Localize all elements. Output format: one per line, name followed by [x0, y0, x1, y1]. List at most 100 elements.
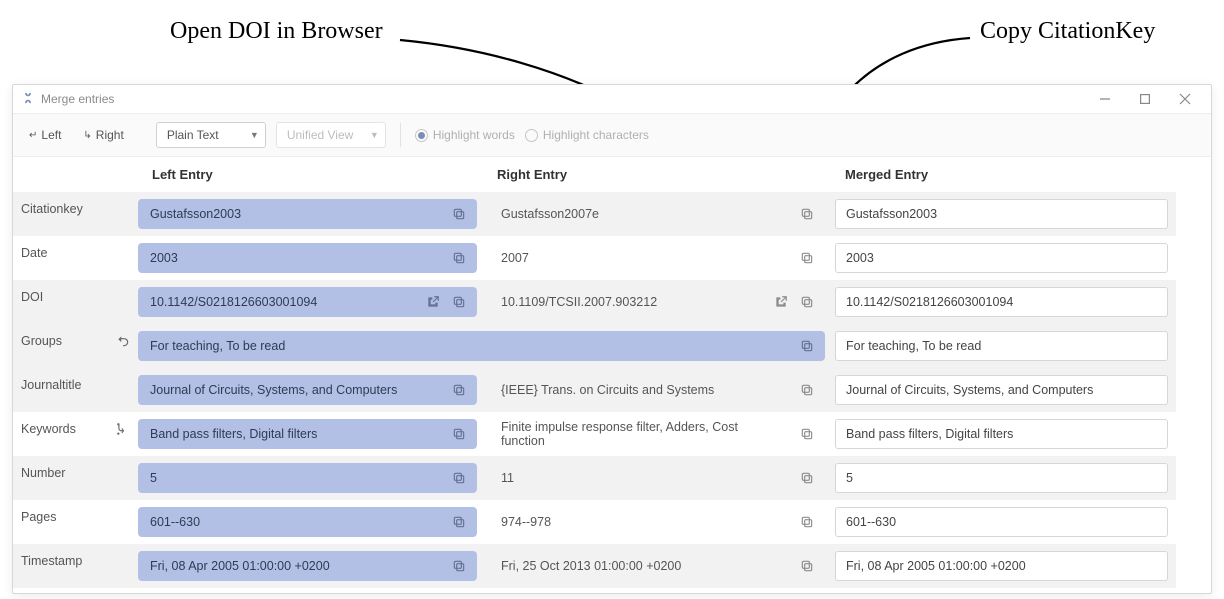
open-link-icon[interactable] [423, 292, 443, 312]
left-citationkey-value: Gustafsson2003 [150, 207, 241, 221]
left-pages-cell[interactable]: 601--630 [138, 507, 477, 537]
left-citationkey-cell[interactable]: Gustafsson2003 [138, 199, 477, 229]
field-label-keywords: Keywords [13, 412, 138, 456]
right-number-cell[interactable]: 11 [489, 463, 825, 493]
copy-icon[interactable] [449, 424, 469, 444]
field-label-date: Date [13, 236, 138, 280]
copy-icon[interactable] [449, 380, 469, 400]
merged-citationkey-input[interactable] [835, 199, 1168, 229]
merged-date-input[interactable] [835, 243, 1168, 273]
left-keywords-value: Band pass filters, Digital filters [150, 427, 317, 441]
left-doi-cell[interactable]: 10.1142/S0218126603001094 [138, 287, 477, 317]
left-keywords-cell[interactable]: Band pass filters, Digital filters [138, 419, 477, 449]
view-mode-select[interactable]: Unified View ▼ [276, 122, 386, 148]
merge-icon[interactable] [116, 422, 130, 439]
toolbar-separator [400, 123, 401, 147]
copy-icon[interactable] [797, 468, 817, 488]
field-label-groups: Groups [13, 324, 138, 368]
right-journaltitle-cell[interactable]: {IEEE} Trans. on Circuits and Systems [489, 375, 825, 405]
right-citationkey-value: Gustafsson2007e [501, 207, 599, 221]
merge-toolbar: ↵ Left ↳ Right Plain Text ▼ Unified View… [13, 113, 1211, 157]
right-pages-value: 974--978 [501, 515, 551, 529]
right-date-value: 2007 [501, 251, 529, 265]
right-date-cell[interactable]: 2007 [489, 243, 825, 273]
highlight-chars-label: Highlight characters [543, 128, 649, 142]
merge-grid: Left Entry Right Entry Merged Entry Cita… [13, 157, 1211, 588]
merged-groups-input[interactable] [835, 331, 1168, 361]
right-keywords-value: Finite impulse response filter, Adders, … [501, 420, 785, 448]
copy-icon[interactable] [797, 248, 817, 268]
merge-entries-window: Merge entries ↵ Left ↳ Right Plain Text … [12, 84, 1212, 594]
copy-icon[interactable] [797, 336, 817, 356]
left-number-cell[interactable]: 5 [138, 463, 477, 493]
arrow-right-icon: ↳ [83, 130, 91, 141]
copy-icon[interactable] [449, 248, 469, 268]
left-date-cell[interactable]: 2003 [138, 243, 477, 273]
annotation-copy-key: Copy CitationKey [980, 18, 1155, 45]
merged-number-input[interactable] [835, 463, 1168, 493]
left-timestamp-cell[interactable]: Fri, 08 Apr 2005 01:00:00 +0200 [138, 551, 477, 581]
merged-journaltitle-input[interactable] [835, 375, 1168, 405]
right-timestamp-value: Fri, 25 Oct 2013 01:00:00 +0200 [501, 559, 681, 573]
copy-icon[interactable] [449, 468, 469, 488]
use-right-label: Right [96, 128, 124, 142]
copy-icon[interactable] [449, 556, 469, 576]
field-label-number: Number [13, 456, 138, 500]
field-label-journaltitle: Journaltitle [13, 368, 138, 412]
use-right-button[interactable]: ↳ Right [77, 125, 129, 145]
left-number-value: 5 [150, 471, 157, 485]
right-pages-cell[interactable]: 974--978 [489, 507, 825, 537]
copy-icon[interactable] [797, 380, 817, 400]
highlight-words-radio[interactable]: Highlight words [415, 128, 515, 142]
copy-icon[interactable] [797, 556, 817, 576]
merged-timestamp-input[interactable] [835, 551, 1168, 581]
highlight-chars-radio[interactable]: Highlight characters [525, 128, 649, 142]
app-icon [21, 91, 35, 108]
field-label-groups-text: Groups [21, 334, 62, 348]
arrow-left-icon: ↵ [29, 130, 37, 141]
window-close-button[interactable] [1165, 87, 1205, 111]
left-journaltitle-cell[interactable]: Journal of Circuits, Systems, and Comput… [138, 375, 477, 405]
copy-icon[interactable] [797, 292, 817, 312]
field-label-doi: DOI [13, 280, 138, 324]
chevron-down-icon: ▼ [250, 130, 259, 140]
window-maximize-button[interactable] [1125, 87, 1165, 111]
copy-icon[interactable] [797, 204, 817, 224]
copy-icon[interactable] [449, 292, 469, 312]
merged-keywords-input[interactable] [835, 419, 1168, 449]
header-left: Left Entry [138, 157, 483, 192]
annotation-open-doi: Open DOI in Browser [170, 18, 383, 45]
groups-merged-pill[interactable]: For teaching, To be read [138, 331, 825, 361]
use-left-label: Left [41, 128, 61, 142]
window-minimize-button[interactable] [1085, 87, 1125, 111]
right-keywords-cell[interactable]: Finite impulse response filter, Adders, … [489, 419, 825, 449]
copy-icon[interactable] [797, 424, 817, 444]
diff-mode-value: Plain Text [167, 128, 219, 142]
right-citationkey-cell[interactable]: Gustafsson2007e [489, 199, 825, 229]
titlebar: Merge entries [13, 85, 1211, 113]
header-merged: Merged Entry [831, 157, 1176, 192]
copy-icon[interactable] [449, 204, 469, 224]
radio-dot-icon [525, 129, 538, 142]
undo-icon[interactable] [116, 334, 130, 351]
window-title: Merge entries [41, 92, 114, 106]
left-doi-value: 10.1142/S0218126603001094 [150, 295, 317, 309]
chevron-down-icon: ▼ [370, 130, 379, 140]
open-link-icon[interactable] [771, 292, 791, 312]
right-timestamp-cell[interactable]: Fri, 25 Oct 2013 01:00:00 +0200 [489, 551, 825, 581]
merged-pages-input[interactable] [835, 507, 1168, 537]
copy-icon[interactable] [449, 512, 469, 532]
right-number-value: 11 [501, 471, 514, 485]
highlight-words-label: Highlight words [433, 128, 515, 142]
header-blank [13, 157, 138, 192]
merge-body: Left Entry Right Entry Merged Entry Cita… [13, 157, 1211, 593]
right-doi-value: 10.1109/TCSII.2007.903212 [501, 295, 657, 309]
view-mode-value: Unified View [287, 128, 353, 142]
left-timestamp-value: Fri, 08 Apr 2005 01:00:00 +0200 [150, 559, 330, 573]
use-left-button[interactable]: ↵ Left [23, 125, 67, 145]
diff-mode-select[interactable]: Plain Text ▼ [156, 122, 266, 148]
field-label-pages: Pages [13, 500, 138, 544]
copy-icon[interactable] [797, 512, 817, 532]
merged-doi-input[interactable] [835, 287, 1168, 317]
right-doi-cell[interactable]: 10.1109/TCSII.2007.903212 [489, 287, 825, 317]
